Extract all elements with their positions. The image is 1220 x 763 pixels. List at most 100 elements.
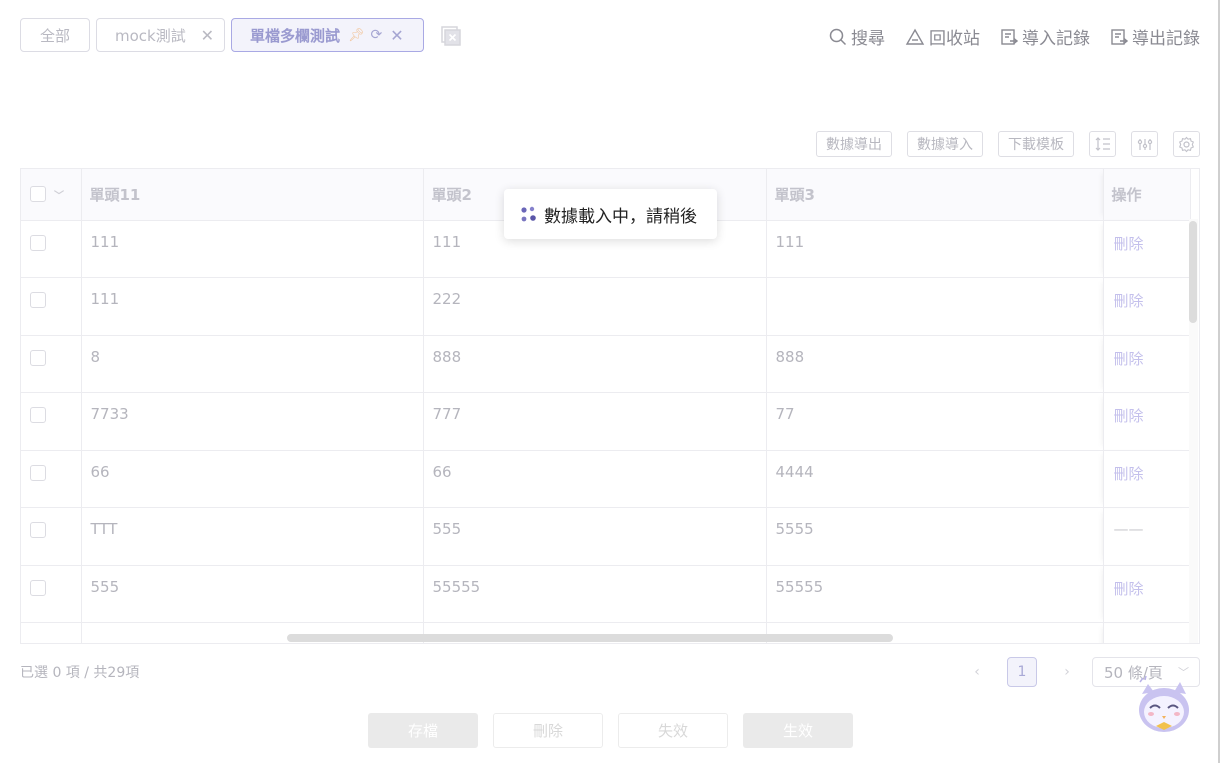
data-export-button[interactable]: 數據導出 (816, 131, 892, 157)
delete-link[interactable]: 刪除 (1102, 392, 1191, 451)
row-checkbox[interactable] (30, 349, 46, 366)
recycle-bin-button[interactable]: 回收站 (905, 24, 980, 49)
table: ﹀ 單頭11 單頭2 單頭3 操作 111 111 111 刪除 111 222… (21, 169, 1191, 643)
table-cell[interactable]: 111 (81, 220, 424, 278)
assistant-mascot-icon[interactable] (1134, 676, 1194, 734)
close-icon[interactable]: ✕ (390, 26, 403, 45)
row-height-button[interactable] (1089, 131, 1116, 157)
refresh-icon[interactable]: ⟳ (371, 27, 383, 43)
table-row[interactable]: 555 55555 55555 刪除 (21, 565, 1191, 623)
table-cell[interactable]: 222 (423, 277, 767, 336)
close-all-tabs-icon[interactable] (441, 26, 461, 46)
column-settings-button[interactable] (1131, 131, 1158, 157)
tab-all[interactable]: 全部 (20, 18, 90, 52)
recycle-bin-label: 回收站 (929, 29, 980, 49)
loading-spinner-icon (521, 206, 536, 222)
column-header[interactable]: 單頭11 (81, 169, 424, 221)
disabled-action: —— (1102, 507, 1191, 566)
table-cell[interactable]: 7733 (81, 392, 424, 451)
top-actions: 搜尋 回收站 導入記錄 導出記錄 (809, 24, 1200, 49)
row-checkbox[interactable] (30, 234, 46, 251)
search-label: 搜尋 (851, 29, 885, 49)
delete-link[interactable]: 刪除 (1102, 565, 1191, 623)
table-row[interactable]: 111 222 刪除 (21, 277, 1191, 336)
import-record-icon (1001, 28, 1018, 45)
download-template-button[interactable]: 下載模板 (998, 131, 1074, 157)
search-button[interactable]: 搜尋 (829, 24, 885, 49)
vertical-scrollbar[interactable] (1189, 221, 1197, 323)
select-all-checkbox[interactable] (30, 186, 46, 203)
table-cell[interactable]: 111 (81, 277, 424, 336)
row-checkbox[interactable] (30, 522, 46, 538)
table-cell[interactable] (766, 277, 1104, 336)
delete-link[interactable]: 刪除 (1102, 277, 1191, 336)
delete-link[interactable]: 刪除 (1102, 220, 1191, 278)
table-cell[interactable]: 555 (423, 507, 767, 566)
row-checkbox[interactable] (30, 292, 46, 308)
loading-toast: 數據載入中，請稍後 (504, 189, 717, 239)
table-cell[interactable]: 555 (81, 565, 424, 623)
pin-icon[interactable]: 📌︎ (348, 28, 365, 43)
selection-summary: 已選 0 項 / 共29項 (20, 665, 140, 681)
data-table: ﹀ 單頭11 單頭2 單頭3 操作 111 111 111 刪除 111 222… (20, 168, 1200, 644)
tab-bar: 全部 mock測試 ✕ 單檔多欄測試 📌︎ ⟳ ✕ (20, 18, 430, 52)
column-settings-icon (1137, 139, 1152, 150)
table-cell[interactable]: 888 (766, 335, 1104, 393)
chevron-down-icon[interactable]: ﹀ (54, 187, 64, 202)
column-header-actions: 操作 (1102, 169, 1191, 221)
delete-button[interactable]: 刪除 (493, 713, 603, 748)
row-select-cell (21, 622, 82, 643)
table-cell[interactable]: 55555 (766, 565, 1104, 623)
row-height-icon (1095, 137, 1110, 151)
tab-label: 全部 (39, 26, 70, 45)
loading-text: 數據載入中，請稍後 (544, 206, 697, 227)
table-cell[interactable]: 55555 (423, 565, 767, 623)
close-icon[interactable]: ✕ (201, 26, 214, 45)
row-checkbox[interactable] (30, 579, 46, 596)
table-cell[interactable]: 66 (423, 450, 767, 508)
table-cell[interactable]: 77 (766, 392, 1104, 451)
save-button[interactable]: 存檔 (368, 713, 478, 748)
tab-mock-test[interactable]: mock測試 ✕ (96, 18, 225, 52)
dash-placeholder: —— (1113, 520, 1144, 538)
row-checkbox[interactable] (30, 407, 46, 423)
table-cell[interactable]: 66 (81, 450, 424, 508)
delete-link[interactable]: 刪除 (1102, 335, 1191, 393)
row-checkbox[interactable] (30, 464, 46, 481)
row-select-cell (21, 392, 82, 451)
invalidate-button[interactable]: 失效 (618, 713, 728, 748)
export-record-button[interactable]: 導出記錄 (1110, 24, 1200, 49)
column-header[interactable]: 單頭3 (766, 169, 1104, 221)
settings-button[interactable] (1173, 131, 1200, 157)
export-record-icon (1111, 28, 1128, 45)
action-cell (1102, 622, 1191, 643)
horizontal-scrollbar[interactable] (287, 634, 893, 642)
row-select-cell (21, 220, 82, 278)
recycle-bin-icon (905, 28, 925, 45)
gear-icon (1178, 136, 1195, 152)
next-page-icon[interactable]: › (1057, 664, 1077, 680)
table-row[interactable]: TTT 555 5555 —— (21, 507, 1191, 566)
row-select-cell (21, 450, 82, 508)
table-row[interactable]: 66 66 4444 刪除 (21, 450, 1191, 508)
export-record-label: 導出記錄 (1132, 29, 1200, 49)
tab-multi-column-test[interactable]: 單檔多欄測試 📌︎ ⟳ ✕ (231, 18, 424, 52)
table-cell[interactable]: 777 (423, 392, 767, 451)
table-cell[interactable]: 888 (423, 335, 767, 393)
table-row[interactable]: 8 888 888 刪除 (21, 335, 1191, 393)
delete-link[interactable]: 刪除 (1102, 450, 1191, 508)
table-cell[interactable]: 5555 (766, 507, 1104, 566)
data-import-button[interactable]: 數據導入 (907, 131, 983, 157)
select-all-cell: ﹀ (21, 169, 82, 221)
bottom-actions: 存檔 刪除 失效 生效 (368, 713, 868, 748)
page-number[interactable]: 1 (1007, 657, 1037, 687)
table-cell[interactable]: 111 (766, 220, 1104, 278)
import-record-button[interactable]: 導入記錄 (1000, 24, 1090, 49)
table-cell[interactable]: TTT (81, 507, 424, 566)
table-row[interactable]: 7733 777 77 刪除 (21, 392, 1191, 451)
table-cell[interactable]: 8 (81, 335, 424, 393)
table-cell[interactable]: 4444 (766, 450, 1104, 508)
row-select-cell (21, 565, 82, 623)
prev-page-icon[interactable]: ‹ (967, 664, 987, 680)
activate-button[interactable]: 生效 (743, 713, 853, 748)
